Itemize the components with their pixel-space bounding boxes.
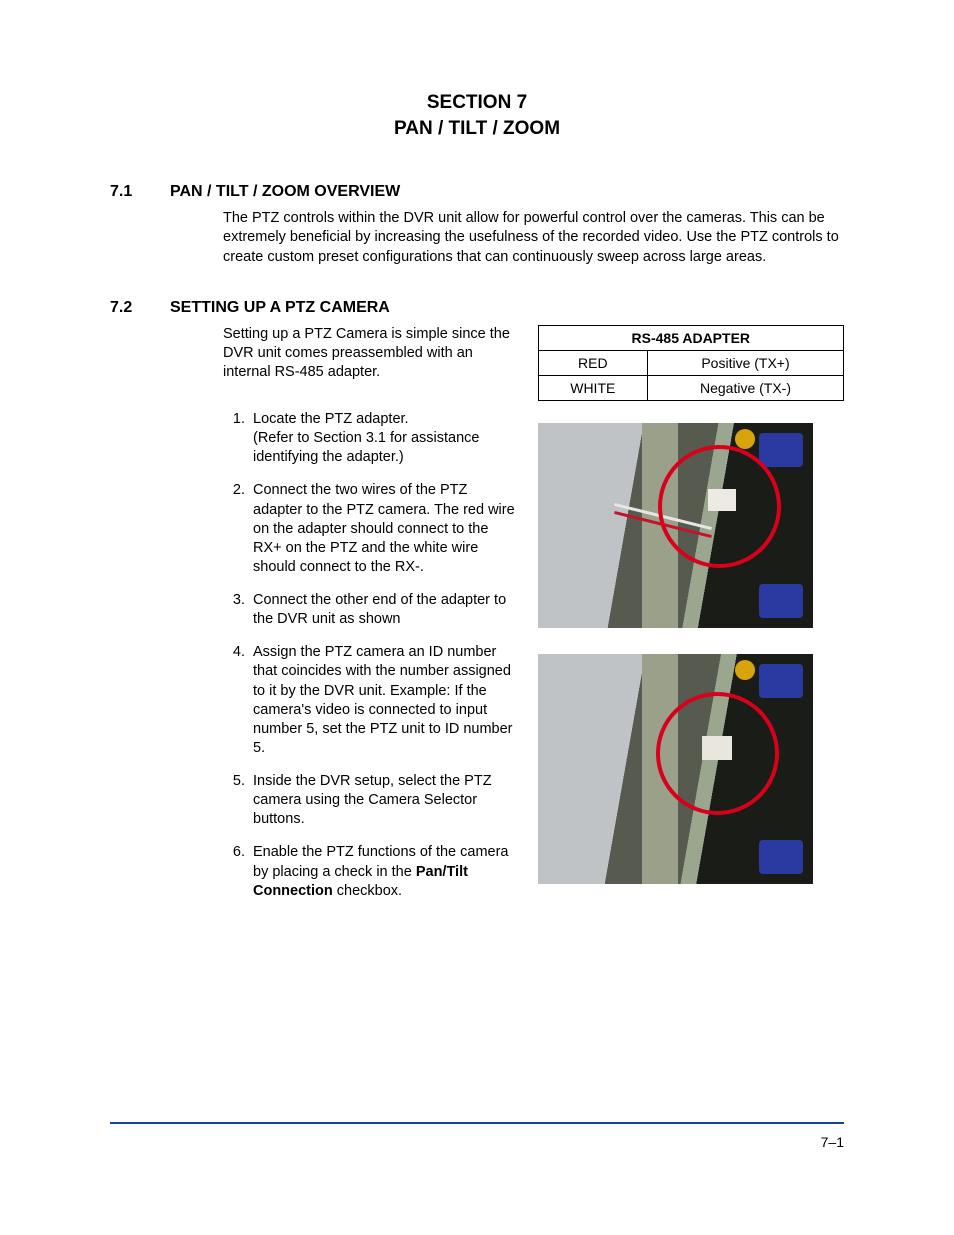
rca-jack-icon: [735, 660, 755, 680]
step-1: Locate the PTZ adapter. (Refer to Sectio…: [249, 410, 520, 467]
subsection-num: 7.2: [110, 299, 170, 317]
highlight-circle-icon: [656, 692, 779, 815]
figure-adapter-port: [538, 654, 813, 884]
highlight-circle-icon: [658, 445, 781, 568]
vga-port-icon: [759, 584, 803, 618]
table-row: RED Positive (TX+): [538, 350, 843, 375]
vga-port-icon: [759, 840, 803, 874]
subsection-title: SETTING UP A PTZ CAMERA: [170, 299, 390, 317]
footer-rule: [110, 1122, 844, 1124]
subsection-7-1-body: The PTZ controls within the DVR unit all…: [223, 209, 844, 266]
rca-jack-icon: [735, 429, 755, 449]
section-title-l1: SECTION 7: [427, 92, 527, 113]
step-2: Connect the two wires of the PTZ adapter…: [249, 481, 520, 577]
step-6c: checkbox.: [333, 883, 402, 899]
subsection-num: 7.1: [110, 183, 170, 201]
step-3: Connect the other end of the adapter to …: [249, 591, 520, 629]
figure-adapter-wires: [538, 423, 813, 628]
page-number: 7–1: [821, 1134, 844, 1150]
step-6: Enable the PTZ functions of the camera b…: [249, 843, 520, 900]
subsection-7-1-header: 7.1 PAN / TILT / ZOOM OVERVIEW: [110, 183, 844, 201]
table-row: WHITE Negative (TX-): [538, 375, 843, 400]
step-5: Inside the DVR setup, select the PTZ cam…: [249, 772, 520, 829]
vga-port-icon: [759, 664, 803, 698]
section-title: SECTION 7 PAN / TILT / ZOOM: [110, 90, 844, 141]
step-6a: Enable the PTZ functions of the camera b…: [253, 844, 509, 879]
table-cell: WHITE: [538, 375, 647, 400]
table-header: RS-485 ADAPTER: [538, 325, 843, 350]
subsection-7-2-header: 7.2 SETTING UP A PTZ CAMERA: [110, 299, 844, 317]
table-cell: Negative (TX-): [648, 375, 844, 400]
rs485-table: RS-485 ADAPTER RED Positive (TX+) WHITE …: [538, 325, 844, 401]
steps-list: Locate the PTZ adapter. (Refer to Sectio…: [223, 410, 520, 901]
table-cell: Positive (TX+): [648, 350, 844, 375]
step-4: Assign the PTZ camera an ID number that …: [249, 643, 520, 758]
section-title-l2: PAN / TILT / ZOOM: [394, 118, 560, 139]
subsection-7-2-intro: Setting up a PTZ Camera is simple since …: [223, 325, 520, 382]
table-cell: RED: [538, 350, 647, 375]
subsection-title: PAN / TILT / ZOOM OVERVIEW: [170, 183, 400, 201]
vga-port-icon: [759, 433, 803, 467]
